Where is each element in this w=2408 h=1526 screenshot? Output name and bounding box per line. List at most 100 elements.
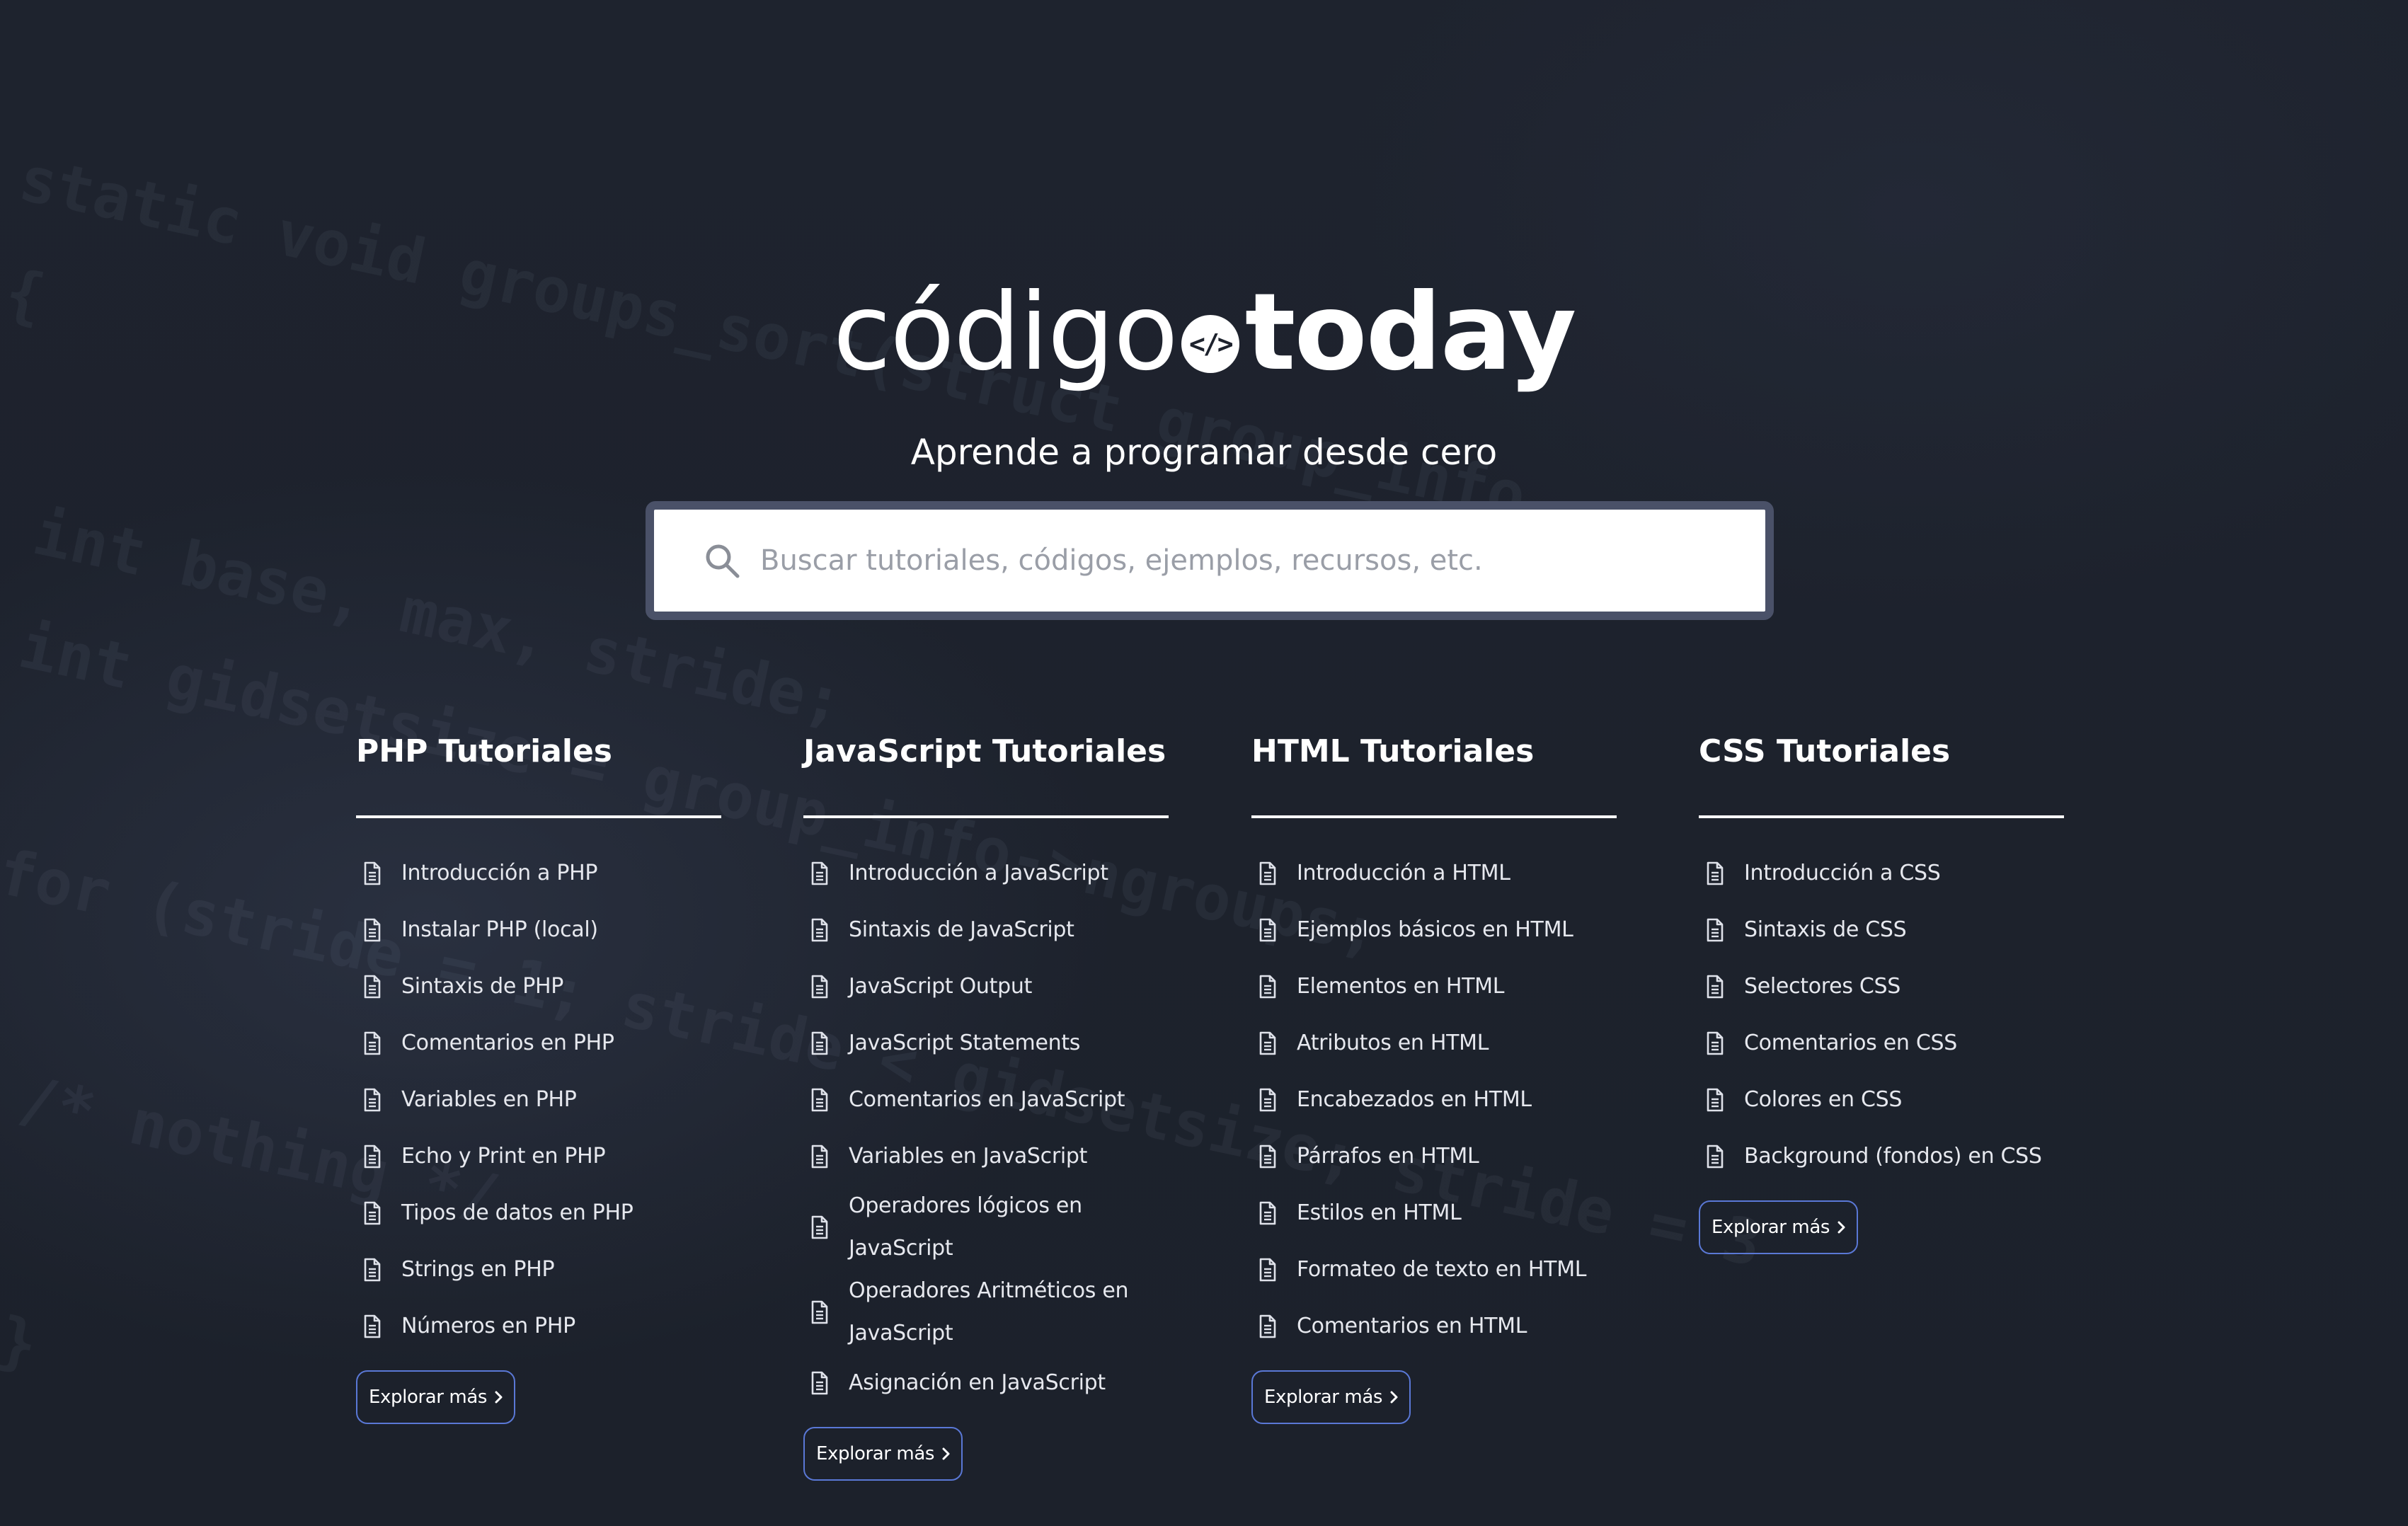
tutorial-link[interactable]: Sintaxis de PHP [356,958,721,1015]
column-divider [803,815,1169,818]
tutorial-link[interactable]: Párrafos en HTML [1251,1128,1617,1185]
tutorial-link[interactable]: Colores en CSS [1699,1072,2064,1128]
tutorial-link-label: Comentarios en JavaScript [849,1087,1125,1112]
tutorial-link-label: Introducción a PHP [401,861,598,885]
tutorial-link[interactable]: Introducción a PHP [356,845,721,902]
tutorial-link[interactable]: Operadores lógicos en JavaScript [803,1185,1169,1270]
explore-more-label: Explorar más [1264,1387,1383,1408]
document-icon [1259,918,1277,942]
chevron-right-icon [1830,1221,1845,1234]
column-title[interactable]: HTML Tutoriales [1251,729,1617,774]
tutorial-link-label: Colores en CSS [1744,1087,1903,1112]
tutorial-link[interactable]: Instalar PHP (local) [356,902,721,958]
explore-more-button[interactable]: Explorar más [1251,1370,1411,1424]
document-icon [810,1031,829,1055]
tutorial-link-label: Formateo de texto en HTML [1297,1257,1587,1282]
chevron-right-icon [934,1447,950,1460]
tutorial-link[interactable]: Encabezados en HTML [1251,1072,1617,1128]
tutorial-column-html: HTML Tutoriales Introducción a HTML Ejempl… [1251,729,1617,1424]
tutorial-list: Introducción a CSS Sintaxis de CSS Selecto… [1699,845,2064,1185]
tutorial-link-label: Selectores CSS [1744,974,1901,999]
tutorial-link[interactable]: JavaScript Statements [803,1015,1169,1072]
tagline: Aprende a programar desde cero [910,432,1498,473]
column-title[interactable]: CSS Tutoriales [1699,729,2064,774]
background-code-line: } [0,1302,44,1382]
tutorial-link-label: Echo y Print en PHP [401,1144,606,1169]
search-input[interactable] [760,510,1751,612]
tutorial-link[interactable]: Sintaxis de CSS [1699,902,2064,958]
document-icon [363,918,382,942]
tutorial-link[interactable]: Atributos en HTML [1251,1015,1617,1072]
tutorial-link[interactable]: Operadores Aritméticos en JavaScript [803,1270,1169,1355]
explore-more-label: Explorar más [816,1443,935,1464]
tutorial-link-label: Introducción a JavaScript [849,861,1108,885]
tutorial-link[interactable]: Echo y Print en PHP [356,1128,721,1185]
tutorial-link[interactable]: Números en PHP [356,1298,721,1355]
explore-more-label: Explorar más [1712,1217,1830,1238]
document-icon [810,1144,829,1169]
tutorial-link-label: Comentarios en CSS [1744,1031,1957,1055]
tutorial-link[interactable]: Comentarios en PHP [356,1015,721,1072]
tutorial-link[interactable]: Asignación en JavaScript [803,1355,1169,1411]
document-icon [810,861,829,885]
document-icon [1259,1258,1277,1282]
tutorial-link[interactable]: Tipos de datos en PHP [356,1185,721,1241]
document-icon [810,1371,829,1395]
tutorial-link-label: Operadores Aritméticos en JavaScript [849,1278,1129,1346]
tutorial-link-label: Encabezados en HTML [1297,1087,1532,1112]
tutorial-link[interactable]: Variables en PHP [356,1072,721,1128]
tutorial-link[interactable]: Elementos en HTML [1251,958,1617,1015]
tutorial-link-label: Instalar PHP (local) [401,917,598,942]
chevron-right-icon [487,1391,503,1404]
tutorial-link[interactable]: Estilos en HTML [1251,1185,1617,1241]
document-icon [363,1258,382,1282]
document-icon [1706,1144,1724,1169]
document-icon [363,1031,382,1055]
search-bar[interactable] [646,501,1774,620]
explore-more-button[interactable]: Explorar más [1699,1200,1859,1254]
tutorial-link-label: Variables en PHP [401,1087,577,1112]
site-logo[interactable]: código </> today [0,269,2408,396]
tutorial-link[interactable]: Introducción a HTML [1251,845,1617,902]
tutorial-link[interactable]: Variables en JavaScript [803,1128,1169,1185]
tutorial-link-label: Sintaxis de PHP [401,974,564,999]
tutorial-link-label: Strings en PHP [401,1257,555,1282]
tutorial-link-label: Estilos en HTML [1297,1200,1462,1225]
tutorial-link[interactable]: Sintaxis de JavaScript [803,902,1169,958]
document-icon [1259,1088,1277,1112]
document-icon [363,1144,382,1169]
column-divider [1699,815,2064,818]
tutorial-link[interactable]: Comentarios en CSS [1699,1015,2064,1072]
document-icon [1259,975,1277,999]
logo-text-bold: today [1244,271,1577,394]
tutorial-list: Introducción a JavaScript Sintaxis de Jav… [803,845,1169,1411]
column-title[interactable]: PHP Tutoriales [356,729,721,774]
explore-more-button[interactable]: Explorar más [356,1370,516,1424]
tutorial-list: Introducción a PHP Instalar PHP (local) Si… [356,845,721,1355]
tutorial-link[interactable]: Formateo de texto en HTML [1251,1241,1617,1298]
tutorial-column-php: PHP Tutoriales Introducción a PHP Instalar… [356,729,721,1424]
explore-more-button[interactable]: Explorar más [803,1427,963,1481]
tutorial-link[interactable]: Comentarios en JavaScript [803,1072,1169,1128]
tutorial-link[interactable]: Introducción a CSS [1699,845,2064,902]
logo-text-light: código [832,271,1179,394]
chevron-right-icon [1382,1391,1398,1404]
explore-more-label: Explorar más [369,1387,488,1408]
document-icon [810,1215,829,1239]
tutorial-link-label: Background (fondos) en CSS [1744,1144,2042,1169]
document-icon [363,1314,382,1338]
column-title[interactable]: JavaScript Tutoriales [803,729,1169,774]
tutorial-link-label: JavaScript Statements [849,1031,1081,1055]
document-icon [1706,975,1724,999]
tutorial-link[interactable]: Strings en PHP [356,1241,721,1298]
tutorial-link-label: Asignación en JavaScript [849,1370,1106,1395]
tutorial-link-label: Atributos en HTML [1297,1031,1489,1055]
tutorial-link[interactable]: Comentarios en HTML [1251,1298,1617,1355]
tutorial-link[interactable]: Background (fondos) en CSS [1699,1128,2064,1185]
tutorial-link[interactable]: Selectores CSS [1699,958,2064,1015]
tutorial-link[interactable]: JavaScript Output [803,958,1169,1015]
tutorial-link[interactable]: Introducción a JavaScript [803,845,1169,902]
tutorial-link[interactable]: Ejemplos básicos en HTML [1251,902,1617,958]
document-icon [810,1088,829,1112]
column-divider [356,815,721,818]
